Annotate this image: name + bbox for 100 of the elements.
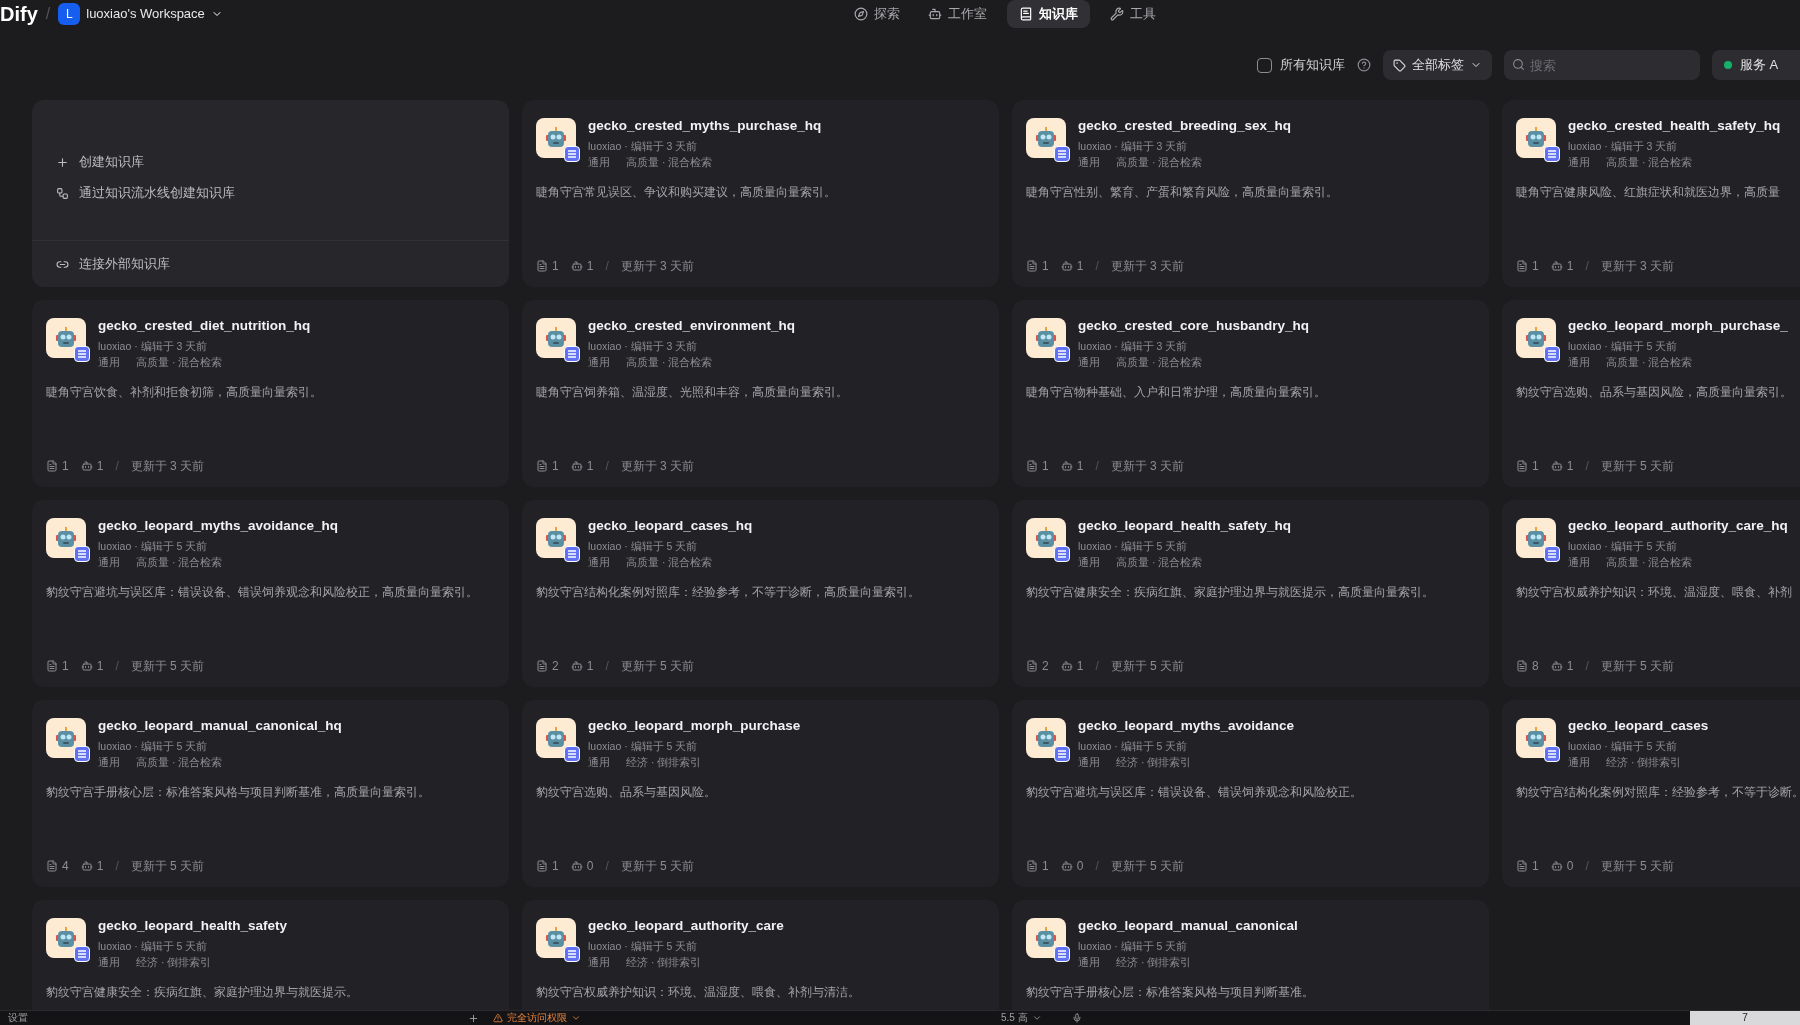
document-count: 1 [62,658,69,675]
dataset-card[interactable]: gecko_leopard_manual_canonical_hq luoxiao · 编辑于 5 天前 通用 高质量 · 混合检索 豹纹守宫手册核心层：标准答案风格与项目判断基准，高质量向量索引。 4 1 / 更新于 5 天前 [32,700,509,887]
document-icon [1516,860,1528,872]
robot-icon [570,460,583,472]
nav-tab[interactable]: 知识库 [1007,0,1090,28]
dataset-description: 豹纹守宫手册核心层：标准答案风格与项目判断基准。 [1026,985,1314,1000]
connect-external-action[interactable]: 连接外部知识库 [56,254,170,274]
dataset-tag: 通用 [588,554,610,570]
nav-tab[interactable]: 探索 [846,0,908,28]
dataset-card[interactable]: gecko_crested_myths_purchase_hq luoxiao · 编辑于 3 天前 通用 高质量 · 混合检索 睫角守宫常见误区、争议和购买建议，高质量向量索引。 1 1 / 更新于 3 天前 [522,100,999,287]
dataset-card[interactable]: gecko_leopard_myths_avoidance_hq luoxiao · 编辑于 5 天前 通用 高质量 · 混合检索 豹纹守宫避坑与误区库：错误设备、错误饲养观念和风险校正，高质量向量索引。 1 1 / 更新于 5 天前 [32,500,509,687]
plus-icon[interactable] [468,1012,479,1024]
app-count: 1 [96,658,104,675]
document-icon [536,460,548,472]
dataset-name: gecko_leopard_manual_canonical [1078,917,1298,935]
dataset-card[interactable]: gecko_crested_health_safety_hq luoxiao · 编辑于 3 天前 通用 高质量 · 混合检索 睫角守宫健康风险、红旗症状和就医边界，高质量 1 1 / 更新于 3 天前 [1502,100,1800,287]
dataset-description: 豹纹守宫结构化案例对照库：经验参考，不等于诊断。 [1516,785,1800,800]
list-badge-icon [74,946,90,962]
dataset-card[interactable]: gecko_crested_environment_hq luoxiao · 编辑于 3 天前 通用 高质量 · 混合检索 睫角守宫饲养箱、温湿度、光照和丰容，高质量向量索引。 1 1 / 更新于 3 天前 [522,300,999,487]
chevron-icon [1031,1013,1042,1023]
dataset-meta: luoxiao · 编辑于 3 天前 [588,139,699,154]
app-count: 1 [1566,658,1574,675]
dataset-card[interactable]: gecko_leopard_myths_avoidance luoxiao · 编辑于 5 天前 通用 经济 · 倒排索引 豹纹守宫避坑与误区库：错误设备、错误饲养观念和风险校正。 1 0 / 更新于 5 天前 [1012,700,1489,887]
service-button[interactable]: 服务 A [1712,50,1800,80]
workspace-switcher[interactable]: L luoxiao's Workspace [58,3,223,25]
index-mode: 高质量 · 混合检索 [1116,355,1203,370]
access-label[interactable]: 完全访问权限 [507,1013,567,1023]
updated-time: 更新于 3 天前 [1600,258,1675,275]
mic-icon[interactable] [1071,1013,1082,1023]
robot-icon [544,126,568,150]
dataset-name: gecko_leopard_manual_canonical_hq [98,717,342,735]
dataset-card[interactable]: gecko_leopard_health_safety_hq luoxiao · 编辑于 5 天前 通用 高质量 · 混合检索 豹纹守宫健康安全：疾病红旗、家庭护理边界与就医提示，高质量向量索引。 2 1 / 更新于 5 天前 [1012,500,1489,687]
dataset-card[interactable]: gecko_leopard_cases luoxiao · 编辑于 5 天前 通用 经济 · 倒排索引 豹纹守宫结构化案例对照库：经验参考，不等于诊断。 1 0 / 更新于 5 天前 [1502,700,1800,887]
document-count: 4 [62,858,69,875]
dataset-card[interactable]: gecko_leopard_authority_care_hq luoxiao · 编辑于 5 天前 通用 高质量 · 混合检索 豹纹守宫权威养护知识：环境、温湿度、喂食、补剂 8 1 / 更新于 5 天前 [1502,500,1800,687]
dataset-meta: luoxiao · 编辑于 3 天前 [588,339,699,354]
checkbox[interactable] [1257,57,1272,73]
updated-time: 更新于 5 天前 [620,858,695,875]
robot-icon [1550,260,1563,272]
updated-time: 更新于 5 天前 [1600,458,1675,475]
all-datasets-checkbox[interactable]: 所有知识库 [1257,55,1345,75]
settings-label[interactable]: 设置 [8,1013,28,1023]
search-field[interactable]: 搜索 [1504,50,1700,80]
separator: / [1095,458,1099,475]
dataset-card[interactable]: gecko_leopard_authority_care luoxiao · 编辑于 5 天前 通用 经济 · 倒排索引 豹纹守宫权威养护知识：环境、温湿度、喂食、补剂与清洁。 [522,900,999,1010]
app-count: 0 [1566,858,1574,875]
document-icon [536,660,548,672]
document-count: 1 [552,258,559,275]
dataset-tag: 通用 [1078,554,1100,570]
dataset-card[interactable]: gecko_leopard_manual_canonical luoxiao · 编辑于 5 天前 通用 经济 · 倒排索引 豹纹守宫手册核心层：标准答案风格与项目判断基准。 [1012,900,1489,1010]
create-action[interactable]: 创建知识库 [56,153,485,172]
document-icon [46,860,58,872]
list-badge-icon [564,546,580,562]
dataset-card[interactable]: gecko_leopard_health_safety luoxiao · 编辑于 5 天前 通用 经济 · 倒排索引 豹纹守宫健康安全：疾病红旗、家庭护理边界与就医提示。 [32,900,509,1010]
list-badge-icon [1544,746,1560,762]
dataset-tag: 通用 [98,954,120,970]
dataset-name: gecko_leopard_health_safety [98,917,288,935]
robot-icon [544,726,568,750]
dataset-card[interactable]: gecko_leopard_morph_purchase_ luoxiao · 编辑于 5 天前 通用 高质量 · 混合检索 豹纹守宫选购、品系与基因风险，高质量向量索引。 1 1 / 更新于 5 天前 [1502,300,1800,487]
robot-icon [1524,126,1548,150]
app-count: 0 [1076,858,1084,875]
dataset-card[interactable]: gecko_crested_core_husbandry_hq luoxiao · 编辑于 3 天前 通用 高质量 · 混合检索 睫角守宫物种基础、入户和日常护理，高质量向量索引。 1 1 / 更新于 3 天前 [1012,300,1489,487]
updated-time: 更新于 5 天前 [130,858,205,875]
nav-icon [928,7,942,21]
document-count: 1 [552,458,559,475]
tag-filter[interactable]: 全部标签 [1383,50,1492,80]
robot-icon [570,260,583,272]
dataset-card[interactable]: gecko_leopard_cases_hq luoxiao · 编辑于 5 天前 通用 高质量 · 混合检索 豹纹守宫结构化案例对照库：经验参考，不等于诊断，高质量向量索引。 2 1 / 更新于 5 天前 [522,500,999,687]
dataset-tag: 通用 [588,354,610,370]
separator: / [115,858,119,875]
nav-icon [854,7,868,21]
dataset-meta: luoxiao · 编辑于 3 天前 [1568,139,1679,154]
create-action[interactable]: 通过知识流水线创建知识库 [56,184,485,203]
index-mode: 经济 · 倒排索引 [1116,955,1192,970]
help-icon[interactable] [1357,58,1371,72]
separator: / [1585,258,1589,275]
dataset-name: gecko_crested_health_safety_hq [1568,117,1781,135]
document-icon [46,660,58,672]
app-count: 1 [586,458,594,475]
dataset-meta: luoxiao · 编辑于 5 天前 [1568,739,1679,754]
dataset-tag: 通用 [1568,554,1590,570]
model-label[interactable]: 5.5 高 [1001,1013,1028,1023]
list-badge-icon [564,946,580,962]
document-icon [1026,460,1038,472]
nav-tab[interactable]: 工作室 [920,0,995,28]
dataset-card[interactable]: gecko_leopard_morph_purchase luoxiao · 编辑于 5 天前 通用 经济 · 倒排索引 豹纹守宫选购、品系与基因风险。 1 0 / 更新于 5 天前 [522,700,999,887]
robot-icon [80,460,93,472]
dataset-tag: 通用 [98,754,120,770]
index-mode: 高质量 · 混合检索 [626,555,713,570]
list-badge-icon [1054,546,1070,562]
app-count: 1 [1076,658,1084,675]
dataset-meta: luoxiao · 编辑于 3 天前 [1078,339,1189,354]
document-icon [46,460,58,472]
nav-tab[interactable]: 工具 [1102,0,1164,28]
logo[interactable]: Dify [0,4,38,24]
plus-icon [56,156,69,170]
dataset-card[interactable]: gecko_crested_diet_nutrition_hq luoxiao · 编辑于 3 天前 通用 高质量 · 混合检索 睫角守宫饮食、补剂和拒食初筛，高质量向量索引。 1 1 / 更新于 3 天前 [32,300,509,487]
app-count: 1 [586,658,594,675]
dataset-card[interactable]: gecko_crested_breeding_sex_hq luoxiao · 编辑于 3 天前 通用 高质量 · 混合检索 睫角守宫性别、繁育、产蛋和繁育风险，高质量向量索引。 1 1 / 更新于 3 天前 [1012,100,1489,287]
index-mode: 高质量 · 混合检索 [1606,555,1693,570]
